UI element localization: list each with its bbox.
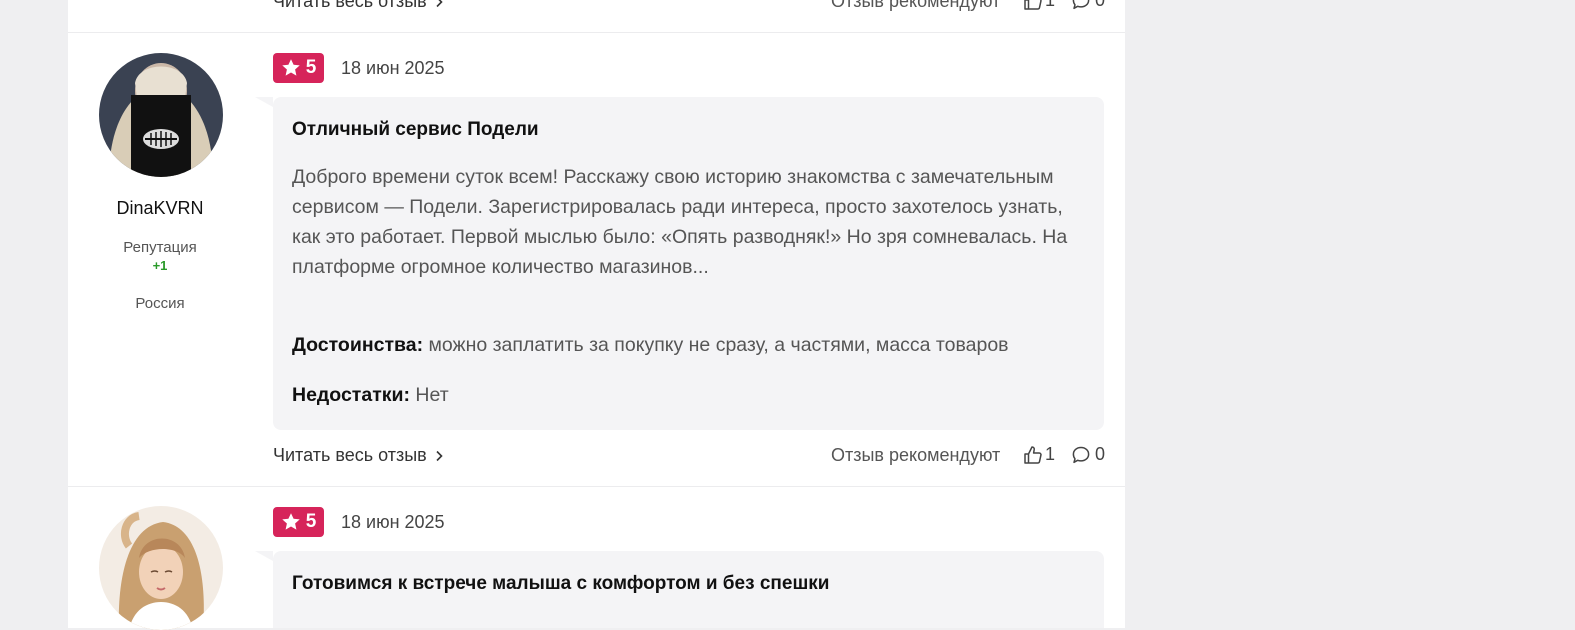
review-card: 5 18 июн 2025 Готовимся к встрече малыша… <box>68 487 1125 630</box>
reputation-value: +1 <box>152 258 168 273</box>
read-full-review-link[interactable]: Читать весь отзыв <box>273 445 444 466</box>
chevron-right-icon <box>436 0 443 7</box>
thumbs-up-icon <box>1024 0 1042 10</box>
star-icon <box>282 59 300 76</box>
review-title[interactable]: Отличный сервис Подели <box>292 119 539 141</box>
review-date: 18 июн 2025 <box>341 512 445 532</box>
pros-label: Достоинства: <box>292 334 424 356</box>
avatar-image <box>99 506 223 630</box>
reputation-label: Репутация <box>123 239 197 256</box>
like-count: 1 <box>1045 444 1056 464</box>
avatar[interactable] <box>99 506 223 630</box>
rating-badge: 5 <box>273 507 324 537</box>
review-cons: Недостатки: Нет <box>292 384 449 407</box>
chevron-right-icon <box>436 450 443 461</box>
avatar[interactable] <box>99 53 223 177</box>
cons-label: Недостатки: <box>292 384 410 406</box>
recommend-label: Отзыв рекомендуют <box>831 445 1001 465</box>
user-name[interactable]: DinaKVRN <box>68 198 252 219</box>
read-full-review-label: Читать весь отзыв <box>273 445 427 465</box>
like-button[interactable]: 1 <box>1023 0 1055 11</box>
like-button[interactable]: 1 <box>1023 444 1055 465</box>
comment-icon <box>1072 0 1090 9</box>
comment-icon <box>1072 446 1090 463</box>
read-full-review-label: Читать весь отзыв <box>273 0 427 11</box>
recommend-label: Отзыв рекомендуют <box>831 0 1001 11</box>
thumbs-up-icon <box>1024 445 1042 464</box>
avatar-image <box>99 53 223 177</box>
review-body: Отличный сервис Подели Доброго времени с… <box>255 97 1104 430</box>
review-title[interactable]: Готовимся к встрече малыша с комфортом и… <box>292 573 829 595</box>
read-full-review-link[interactable]: Читать весь отзыв <box>273 0 444 12</box>
rating-value: 5 <box>305 511 317 532</box>
review-body: Готовимся к встрече малыша с комфортом и… <box>255 551 1104 628</box>
review-pros: Достоинства: можно заплатить за покупку … <box>292 334 1009 357</box>
review-text: Доброго времени суток всем! Расскажу сво… <box>292 166 1068 278</box>
rating-value: 5 <box>305 57 317 78</box>
user-country: Россия <box>135 295 185 312</box>
review-date: 18 июн 2025 <box>341 58 445 78</box>
comments-button[interactable]: 0 <box>1071 444 1105 465</box>
comment-count: 0 <box>1095 0 1106 10</box>
comments-button[interactable]: 0 <box>1071 0 1105 11</box>
review-card: DinaKVRN Репутация +1 Россия 5 18 июн 20… <box>68 33 1125 486</box>
star-icon <box>282 513 300 530</box>
reviews-panel: Читать весь отзыв Отзыв рекомендуют 1 0 … <box>68 0 1125 630</box>
pros-text: можно заплатить за покупку не сразу, а ч… <box>428 334 1009 356</box>
cons-text: Нет <box>415 384 449 406</box>
like-count: 1 <box>1045 0 1056 10</box>
rating-badge: 5 <box>273 53 324 83</box>
comment-count: 0 <box>1095 444 1106 464</box>
